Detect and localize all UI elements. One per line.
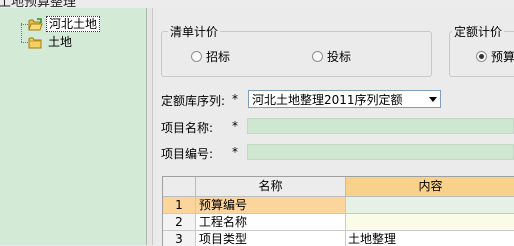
open-folder-icon [28,18,43,31]
tree-item-hebei[interactable]: 河北土地 [28,16,101,32]
row-number: 1 [163,197,196,214]
row-value[interactable]: 土地整理 [346,231,514,246]
tree-connector [21,42,28,43]
row-value[interactable] [346,197,514,214]
grid-header: 名称 内容 [163,177,514,197]
tree-item-label: 河北土地 [46,16,101,32]
pricing-mode-title: 清单计价 [168,23,221,40]
tree-connector [21,24,28,25]
project-name-input[interactable] [247,118,514,134]
tree-connector [21,23,22,42]
project-info-grid[interactable]: 名称 内容 1 预算编号 2 工程名称 3 项目类型 土地整理 [162,176,514,246]
radio-tender-label: 投标 [327,50,352,64]
project-form: 清单计价 招标 投标 定额计价 预算 定额库序列: * 河北土地整理2011序列… [153,8,514,246]
required-mark: * [232,145,238,159]
radio-bidding[interactable]: 招标 [191,48,230,65]
radio-budget[interactable]: 预算 [476,48,514,65]
grid-header-content: 内容 [346,177,514,197]
chevron-down-icon[interactable] [429,97,437,102]
required-mark: * [232,119,238,133]
radio-tender[interactable]: 投标 [312,48,351,65]
table-row[interactable]: 2 工程名称 [163,214,514,231]
table-row[interactable]: 3 项目类型 土地整理 [163,231,514,246]
window-title: 土地预算整理 [0,0,77,8]
radio-bidding-circle[interactable] [191,51,202,62]
project-code-input[interactable] [247,144,514,160]
project-name-label: 项目名称: [161,121,214,135]
table-row[interactable]: 1 预算编号 [163,197,514,214]
folder-icon [28,36,43,49]
radio-budget-circle[interactable] [476,51,487,62]
project-code-label: 项目编号: [161,147,214,161]
tree-item-land[interactable]: 土地 [28,34,74,50]
row-value[interactable] [346,214,514,231]
grid-header-rownum [163,177,196,197]
quota-mode-title: 定额计价 [452,23,505,40]
row-name: 项目类型 [196,231,346,246]
library-label: 定额库序列: [161,94,226,108]
tree-item-label: 土地 [48,35,73,49]
library-select-value: 河北土地整理2011序列定额 [252,92,403,107]
row-number: 2 [163,214,196,231]
radio-budget-label: 预算 [491,50,514,64]
grid-header-name: 名称 [196,177,346,197]
radio-tender-circle[interactable] [312,51,323,62]
radio-bidding-label: 招标 [206,50,231,64]
project-tree[interactable]: 河北土地 土地 [0,8,147,245]
window-title-strip: 土地预算整理 [0,0,514,8]
row-number: 3 [163,231,196,246]
row-name: 预算编号 [196,197,346,214]
row-name: 工程名称 [196,214,346,231]
required-mark: * [232,92,238,106]
library-select[interactable]: 河北土地整理2011序列定额 [248,90,441,108]
